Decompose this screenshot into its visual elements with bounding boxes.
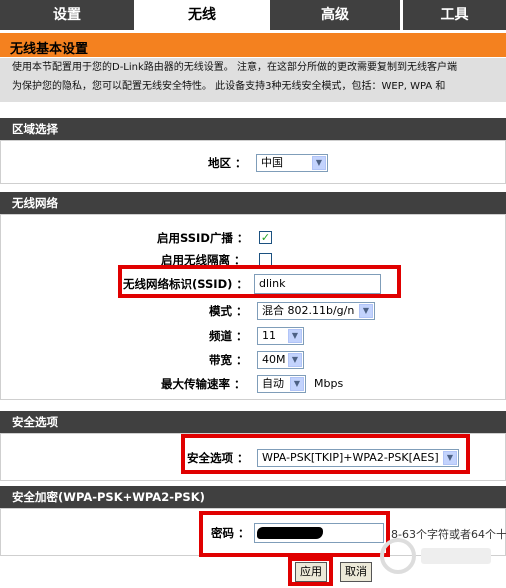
security-highlight-box bbox=[181, 434, 470, 474]
security-section-header: 安全选项 bbox=[0, 411, 506, 433]
chevron-down-icon: ▼ bbox=[359, 304, 373, 318]
ssid-highlight-box bbox=[118, 265, 401, 298]
page-title: 无线基本设置 bbox=[10, 42, 89, 57]
bandwidth-select-value: 40M bbox=[262, 353, 286, 366]
encryption-section-header: 安全加密(WPA-PSK+WPA2-PSK) bbox=[0, 486, 506, 508]
watermark-logo bbox=[376, 536, 506, 576]
ssid-broadcast-label: 启用SSID广播 ： bbox=[157, 231, 249, 245]
password-highlight-box bbox=[199, 511, 390, 557]
channel-label: 频道 ： bbox=[209, 329, 248, 343]
wireless-section-header: 无线网络 bbox=[0, 192, 506, 214]
apply-highlight-box bbox=[288, 557, 333, 586]
cancel-button[interactable]: 取消 bbox=[340, 562, 372, 582]
max-rate-label: 最大传输速率 ： bbox=[161, 377, 246, 391]
tab-wireless[interactable]: 无线 bbox=[137, 0, 267, 30]
mode-select-value: 混合 802.11b/g/n bbox=[262, 304, 355, 317]
ssid-broadcast-checkbox[interactable]: ✓ bbox=[259, 231, 272, 244]
tab-advanced[interactable]: 高级 bbox=[270, 0, 400, 30]
bandwidth-label: 带宽 ： bbox=[209, 353, 248, 367]
intro-line-2: 为保护您的隐私，您可以配置无线安全特性。 此设备支持3种无线安全模式，包括：WE… bbox=[12, 81, 446, 92]
page-title-bar: 无线基本设置 bbox=[0, 33, 506, 57]
intro-line-1: 使用本节配置用于您的D-Link路由器的无线设置。 注意，在这部分所做的更改需要… bbox=[12, 62, 457, 73]
region-select-value: 中国 bbox=[261, 156, 283, 169]
mode-label: 模式 ： bbox=[209, 304, 248, 318]
max-rate-select[interactable]: 自动 ▼ bbox=[257, 375, 306, 393]
mode-select[interactable]: 混合 802.11b/g/n ▼ bbox=[257, 302, 375, 320]
rate-unit: Mbps bbox=[314, 377, 344, 390]
channel-select[interactable]: 11 ▼ bbox=[257, 327, 304, 345]
top-tab-bar: 设置 无线 高级 工具 bbox=[0, 0, 506, 30]
tab-settings[interactable]: 设置 bbox=[0, 0, 134, 30]
bandwidth-select[interactable]: 40M ▼ bbox=[257, 351, 304, 369]
chevron-down-icon: ▼ bbox=[312, 156, 326, 170]
region-label: 地区 ： bbox=[208, 156, 247, 170]
max-rate-select-value: 自动 bbox=[262, 377, 284, 390]
tab-tools[interactable]: 工具 bbox=[403, 0, 506, 30]
intro-text: 使用本节配置用于您的D-Link路由器的无线设置。 注意，在这部分所做的更改需要… bbox=[0, 58, 506, 102]
region-section-header: 区域选择 bbox=[0, 118, 506, 140]
chevron-down-icon: ▼ bbox=[288, 329, 302, 343]
wireless-section-body: 启用SSID广播 ： ✓ 启用无线隔离 ： 无线网络标识(SSID) ： dli… bbox=[0, 214, 506, 400]
chevron-down-icon: ▼ bbox=[290, 377, 304, 391]
region-section-body: 地区 ： 中国 ▼ bbox=[0, 140, 506, 184]
chevron-down-icon: ▼ bbox=[288, 353, 302, 367]
check-icon: ✓ bbox=[260, 231, 271, 244]
region-select[interactable]: 中国 ▼ bbox=[256, 154, 328, 172]
channel-select-value: 11 bbox=[262, 329, 276, 342]
